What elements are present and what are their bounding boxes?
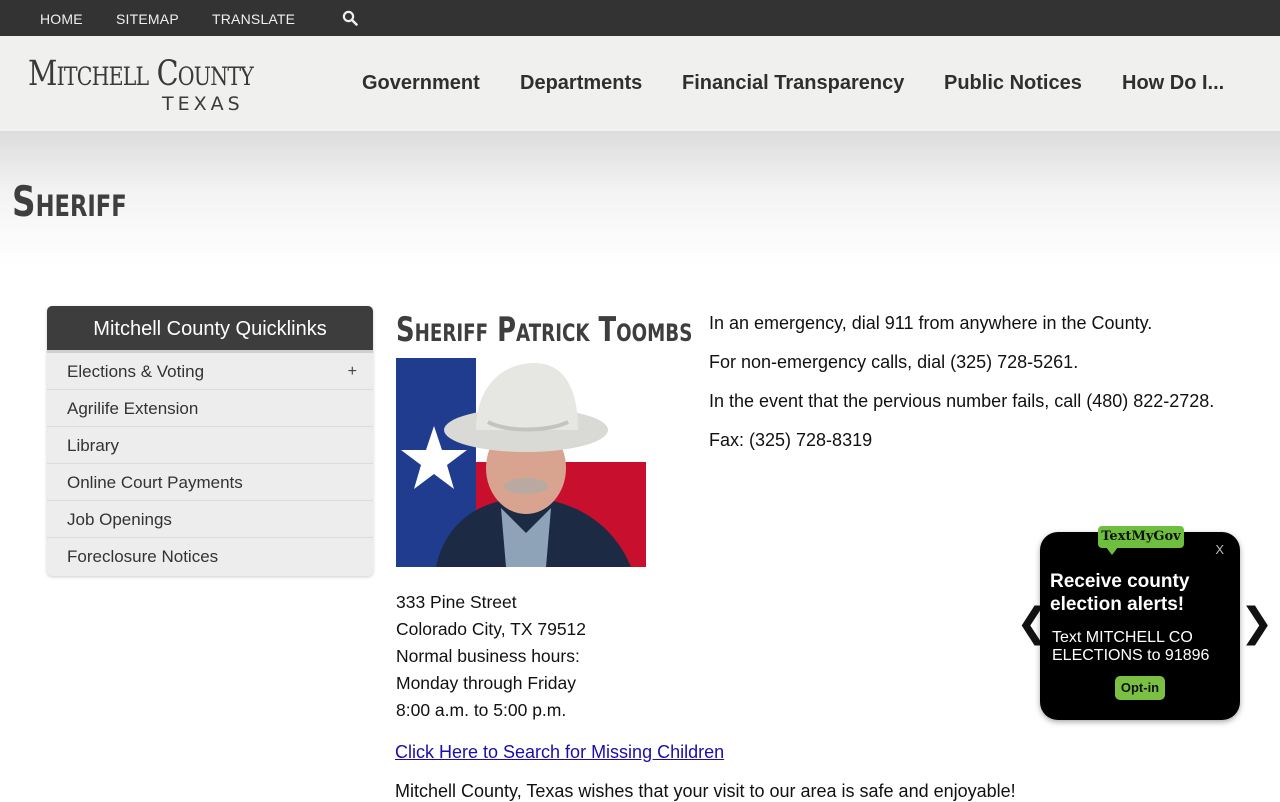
contact-info: In an emergency, dial 911 from anywhere … (709, 313, 1214, 469)
missing-children-link[interactable]: Click Here to Search for Missing Childre… (395, 742, 724, 763)
quicklink-job-openings[interactable]: Job Openings (47, 501, 373, 538)
quicklink-foreclosure-notices[interactable]: Foreclosure Notices (47, 538, 373, 575)
home-link[interactable]: HOME (40, 11, 83, 27)
site-header: Mitchell County TEXAS Government Departm… (0, 36, 1280, 131)
welcome-text: Mitchell County, Texas wishes that your … (395, 781, 1016, 801)
contact-line-fax: Fax: (325) 728-8319 (709, 430, 873, 450)
quicklink-agrilife-extension[interactable]: Agrilife Extension (47, 390, 373, 427)
textmygov-heading: Receive county election alerts! (1050, 571, 1190, 615)
logo-state: TEXAS (162, 93, 244, 115)
logo-county-name: Mitchell County (28, 54, 254, 94)
quicklink-label: Agrilife Extension (67, 399, 199, 418)
sheriff-name-heading: Sheriff Patrick Toombs (396, 310, 693, 350)
close-icon[interactable]: X (1215, 542, 1224, 557)
address-line: Normal business hours: (396, 646, 580, 666)
quicklink-label: Library (67, 436, 119, 455)
quicklink-label: Elections & Voting (67, 362, 205, 381)
address-line: Monday through Friday (396, 673, 576, 693)
quicklink-label: Foreclosure Notices (67, 547, 219, 566)
contact-line-non-emergency: For non-emergency calls, dial (325) 728-… (709, 352, 1079, 372)
address-line: Colorado City, TX 79512 (396, 619, 587, 639)
page-title-band: Sheriff (0, 131, 1280, 266)
utility-bar: HOME SITEMAP TRANSLATE (0, 0, 1280, 36)
address-line: 333 Pine Street (396, 592, 517, 612)
address-line: 8:00 a.m. to 5:00 p.m. (396, 700, 567, 720)
contact-line-emergency: In an emergency, dial 911 from anywhere … (709, 313, 1153, 333)
quicklink-elections-voting[interactable]: Elections & Voting + (47, 353, 373, 390)
site-logo[interactable]: Mitchell County TEXAS (28, 54, 258, 115)
quicklink-library[interactable]: Library (47, 427, 373, 464)
quicklinks-panel: Mitchell County Quicklinks Elections & V… (47, 306, 373, 576)
quicklink-label: Job Openings (67, 510, 172, 529)
nav-departments[interactable]: Departments (520, 72, 642, 95)
textmygov-body: Text MITCHELL CO ELECTIONS to 91896 (1052, 629, 1210, 664)
page-title: Sheriff (12, 177, 127, 226)
carousel-next-icon[interactable]: ❯ (1240, 603, 1274, 643)
contact-line-backup: In the event that the pervious number fa… (709, 391, 1215, 411)
nav-financial-transparency[interactable]: Financial Transparency (682, 72, 904, 95)
nav-government[interactable]: Government (362, 72, 480, 95)
sitemap-link[interactable]: SITEMAP (116, 11, 179, 27)
sheriff-photo (396, 358, 646, 567)
nav-public-notices[interactable]: Public Notices (944, 72, 1082, 95)
quicklink-online-court-payments[interactable]: Online Court Payments (47, 464, 373, 501)
expand-plus-icon[interactable]: + (348, 353, 357, 390)
quicklinks-heading: Mitchell County Quicklinks (47, 306, 373, 353)
quicklink-label: Online Court Payments (67, 473, 243, 492)
nav-how-do-i[interactable]: How Do I... (1122, 72, 1224, 95)
sheriff-address: 333 Pine Street Colorado City, TX 79512 … (396, 589, 586, 724)
translate-link[interactable]: TRANSLATE (212, 11, 295, 27)
textmygov-logo: TextMyGov (1098, 526, 1184, 555)
opt-in-button[interactable]: Opt-in (1115, 676, 1165, 700)
textmygov-widget: TextMyGov X Receive county election aler… (1040, 526, 1240, 720)
search-icon[interactable] (342, 10, 358, 26)
